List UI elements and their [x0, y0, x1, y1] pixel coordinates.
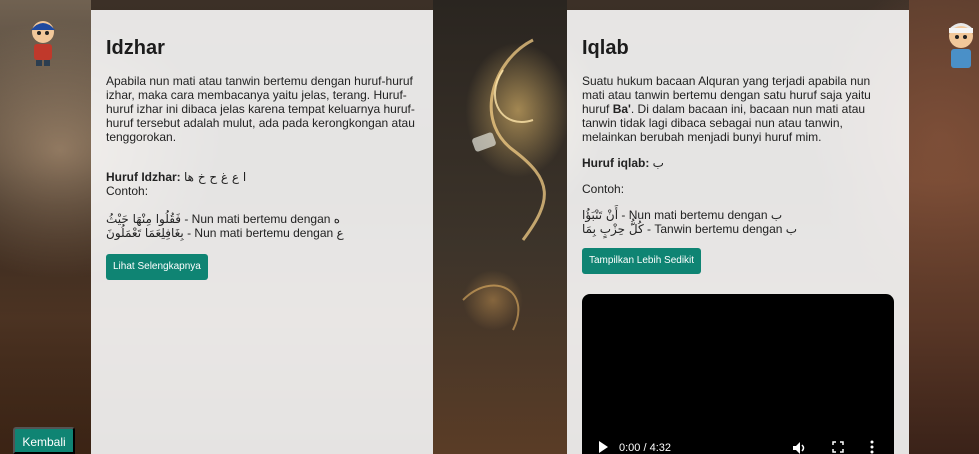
iqlab-example-label: Contoh:: [582, 182, 625, 196]
video-player[interactable]: 0:00 / 4:32: [582, 294, 894, 454]
volume-icon[interactable]: [792, 441, 806, 454]
iqlab-letters-line: Huruf iqlab: ب: [582, 156, 894, 170]
see-more-button[interactable]: Lihat Selengkapnya: [106, 254, 208, 280]
background-right: [909, 0, 979, 454]
idzhar-letters-line: Huruf Idzhar: ا ع غ ح خ ها: [106, 170, 418, 184]
idzhar-example-1: فَقُلُوا مِنْهَا حَيْثُ - Nun mati berte…: [106, 212, 418, 226]
idzhar-letters-label: Huruf Idzhar:: [106, 170, 181, 184]
idzhar-card: Idzhar Apabila nun mati atau tanwin bert…: [91, 10, 433, 454]
back-button[interactable]: Kembali: [13, 427, 75, 454]
iqlab-description: Suatu hukum bacaan Alquran yang terjadi …: [582, 74, 894, 144]
video-controls: 0:00 / 4:32: [582, 434, 894, 454]
iqlab-example-2-text: - Tanwin bertemu dengan ب: [643, 222, 798, 236]
background-swirl: [462, 38, 546, 331]
idzhar-example-2-text: - Nun mati bertemu dengan ع: [183, 226, 344, 240]
iqlab-example-1-text: - Nun mati bertemu dengan ب: [618, 208, 783, 222]
idzhar-letters: ا ع غ ح خ ها: [184, 170, 247, 184]
iqlab-example-1-arabic: أَنْ تَنْبَؤُا: [582, 208, 619, 222]
video-time: 0:00 / 4:32: [619, 442, 671, 454]
fullscreen-icon[interactable]: [832, 441, 844, 453]
idzhar-description: Apabila nun mati atau tanwin bertemu den…: [106, 74, 415, 144]
idzhar-example-1-text: - Nun mati bertemu dengan ه: [181, 212, 341, 226]
idzhar-example-1-arabic: فَقُلُوا مِنْهَا حَيْثُ: [106, 212, 181, 226]
show-less-button[interactable]: Tampilkan Lebih Sedikit: [582, 248, 702, 274]
idzhar-example-2: بِغَافِلِعَمَا تَعْمَلُونَ - Nun mati be…: [106, 226, 418, 240]
iqlab-card: Iqlab Suatu hukum bacaan Alquran yang te…: [567, 10, 909, 454]
cartoon-boy-avatar-left: [31, 21, 55, 66]
idzhar-title: Idzhar: [106, 37, 165, 59]
play-icon[interactable]: [598, 441, 608, 453]
background-left: [0, 0, 91, 454]
idzhar-example-label: Contoh:: [106, 184, 149, 198]
cartoon-boy-avatar-right: [949, 23, 973, 68]
more-vertical-icon[interactable]: [870, 440, 874, 454]
iqlab-example-2-arabic: كُلُّ حِزْبٍ بِمَا: [582, 222, 644, 236]
idzhar-example-2-arabic: بِغَافِلِعَمَا تَعْمَلُونَ: [106, 226, 184, 240]
iqlab-example-2: كُلُّ حِزْبٍ بِمَا - Tanwin bertemu deng…: [582, 222, 894, 236]
iqlab-example-1: أَنْ تَنْبَؤُا - Nun mati bertemu dengan…: [582, 208, 894, 222]
iqlab-letters-label: Huruf iqlab:: [582, 156, 650, 170]
iqlab-title: Iqlab: [582, 37, 629, 59]
iqlab-description-bold: Ba': [612, 102, 631, 116]
iqlab-letters: ب: [652, 156, 664, 170]
